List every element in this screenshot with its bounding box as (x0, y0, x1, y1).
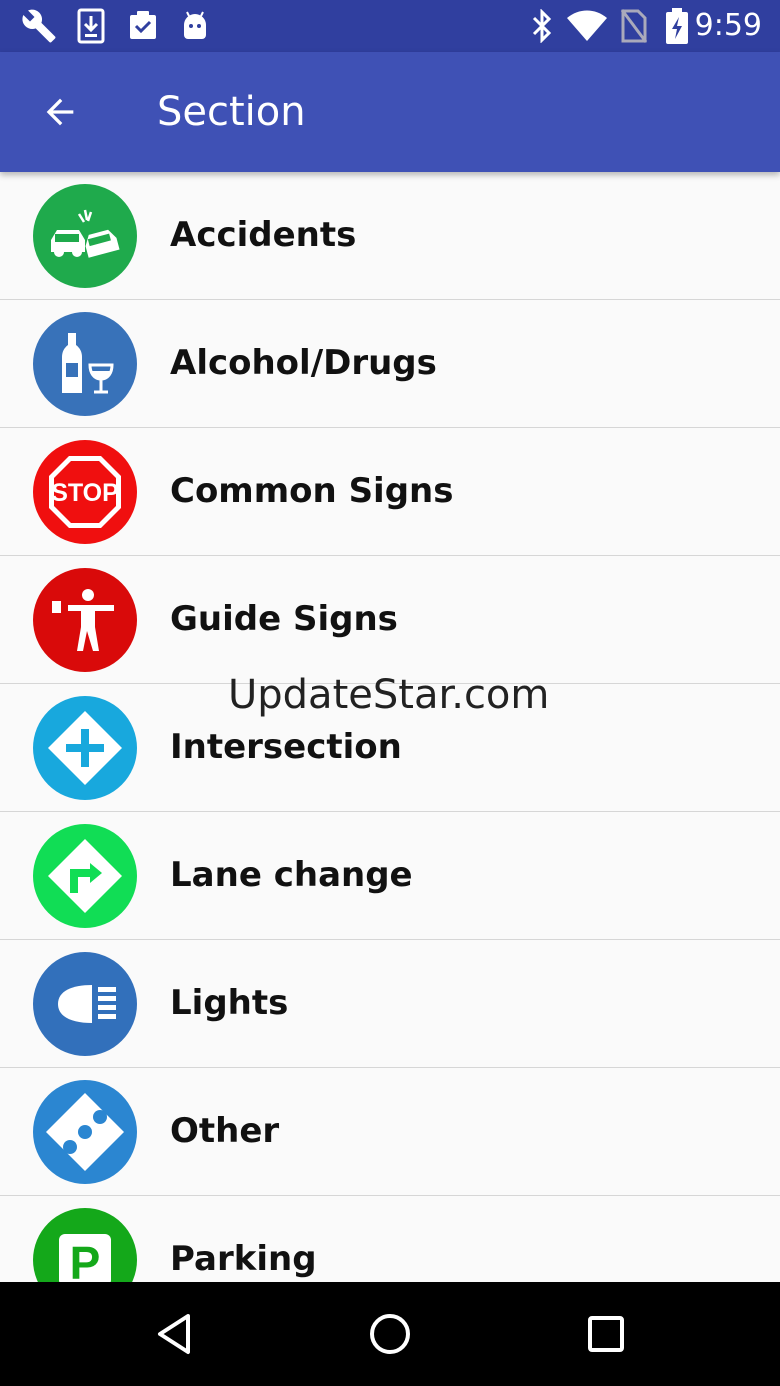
turn-right-icon (33, 824, 137, 928)
nav-back-button[interactable] (144, 1304, 204, 1364)
nav-home-button[interactable] (360, 1304, 420, 1364)
navigation-bar (0, 1282, 780, 1386)
section-label: Lights (170, 983, 289, 1023)
section-row-parking[interactable]: P Parking (0, 1196, 780, 1282)
wrench-icon (20, 8, 58, 44)
download-icon (76, 8, 106, 44)
recents-square-icon (588, 1316, 624, 1352)
app-bar: Section (0, 52, 780, 172)
bluetooth-icon (528, 8, 556, 44)
android-icon (180, 8, 210, 44)
section-label: Guide Signs (170, 599, 398, 639)
section-row-alcohol-drugs[interactable]: Alcohol/Drugs (0, 300, 780, 428)
page-title: Section (157, 89, 306, 135)
dots-diamond-icon (33, 1080, 137, 1184)
no-sim-icon (620, 8, 648, 44)
status-time: 9:59 (694, 8, 762, 43)
headlight-icon (33, 952, 137, 1056)
section-row-other[interactable]: Other (0, 1068, 780, 1196)
parking-sign-text: P (70, 1237, 101, 1282)
section-label: Common Signs (170, 471, 454, 511)
battery-charging-icon (664, 8, 690, 44)
section-row-lane-change[interactable]: Lane change (0, 812, 780, 940)
home-circle-icon (370, 1314, 410, 1354)
traffic-officer-icon (33, 568, 137, 672)
section-row-common-signs[interactable]: STOP Common Signs (0, 428, 780, 556)
section-list: Accidents Alcohol/Drugs STOP Common Sign… (0, 172, 780, 1282)
car-crash-icon (33, 184, 137, 288)
section-row-lights[interactable]: Lights (0, 940, 780, 1068)
section-label: Other (170, 1111, 280, 1151)
section-label: Accidents (170, 215, 357, 255)
section-row-guide-signs[interactable]: Guide Signs (0, 556, 780, 684)
section-label: Alcohol/Drugs (170, 343, 437, 383)
clipboard-check-icon (126, 8, 160, 44)
back-button[interactable] (24, 76, 96, 148)
stop-sign-text: STOP (51, 479, 119, 507)
status-bar: 9:59 (0, 0, 780, 52)
watermark-text: UpdateStar.com (228, 672, 550, 718)
stop-sign-icon: STOP (33, 440, 137, 544)
arrow-back-icon (46, 98, 74, 126)
bottle-glass-icon (33, 312, 137, 416)
section-label: Parking (170, 1239, 317, 1279)
nav-recents-button[interactable] (576, 1304, 636, 1364)
wifi-icon (566, 8, 608, 44)
section-row-accidents[interactable]: Accidents (0, 172, 780, 300)
section-label: Lane change (170, 855, 413, 895)
parking-icon: P (33, 1208, 137, 1282)
back-triangle-icon (158, 1314, 190, 1354)
intersection-icon (33, 696, 137, 800)
